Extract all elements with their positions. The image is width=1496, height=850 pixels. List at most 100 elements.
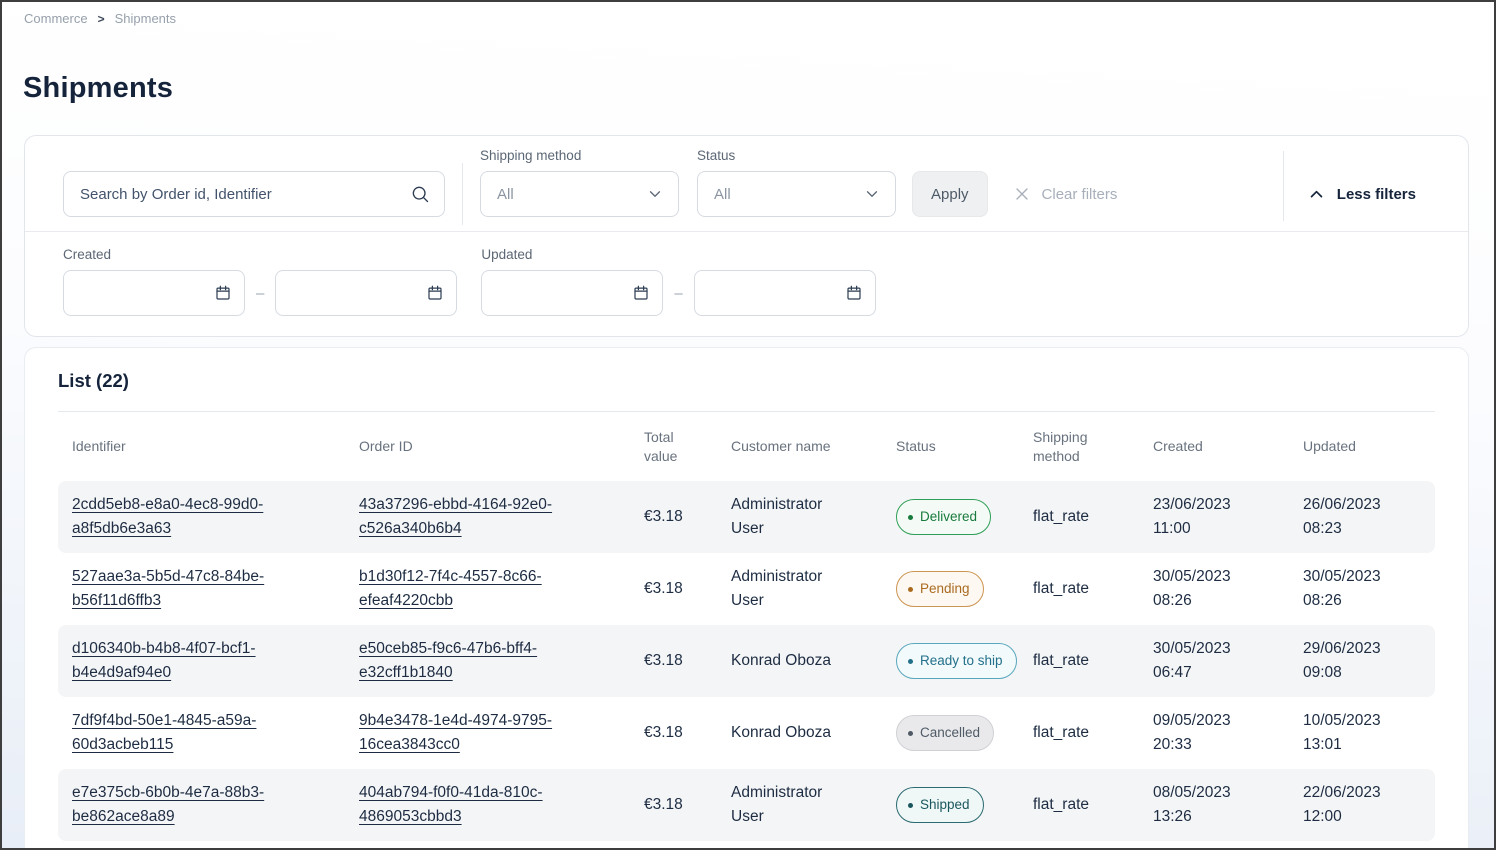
order-id-cell: 9b4e3478-1e4d-4974-9795-16cea3843cc0 [359, 709, 644, 757]
identifier-link[interactable]: 7df9f4bd-50e1-4845-a59a-60d3acbeb115 [72, 712, 256, 753]
updated-time: 13:01 [1303, 733, 1435, 757]
created-date: 30/05/2023 [1153, 637, 1303, 661]
status-badge: Ready to ship [896, 643, 1017, 679]
created-date: 30/05/2023 [1153, 565, 1303, 589]
status-value: All [714, 186, 731, 203]
filter-divider [462, 163, 463, 225]
order-id-link[interactable]: 43a37296-ebbd-4164-92e0-c526a340b6b4 [359, 496, 552, 537]
identifier-cell: 7df9f4bd-50e1-4845-a59a-60d3acbeb115 [72, 709, 359, 757]
breadcrumb-separator: > [98, 12, 105, 26]
status-dot-icon [908, 515, 913, 520]
chevron-down-icon [646, 185, 664, 203]
updated-label: Updated [481, 247, 875, 262]
less-filters-label: Less filters [1337, 186, 1416, 203]
total-value-cell: €3.18 [644, 577, 731, 601]
identifier-link[interactable]: 2cdd5eb8-e8a0-4ec8-99d0-a8f5db6e3a63 [72, 496, 263, 537]
clear-filters-button[interactable]: Clear filters [1012, 171, 1118, 217]
clear-filters-label: Clear filters [1042, 186, 1118, 203]
status-dot-icon [908, 659, 913, 664]
column-header-order-id: Order ID [359, 437, 644, 456]
status-badge: Shipped [896, 787, 984, 823]
order-id-cell: 404ab794-f0f0-41da-810c-4869053cbbd3 [359, 781, 644, 829]
created-time: 20:33 [1153, 733, 1303, 757]
created-time: 11:00 [1153, 517, 1303, 541]
identifier-link[interactable]: d106340b-b4b8-4f07-bcf1-b4e4d9af94e0 [72, 640, 256, 681]
calendar-icon [426, 284, 444, 302]
created-cell: 30/05/2023 06:47 [1153, 637, 1303, 685]
shipping-method-label: Shipping method [480, 148, 679, 163]
created-cell: 08/05/2023 13:26 [1153, 781, 1303, 829]
customer-name-cell: Administrator User [731, 493, 896, 541]
filters-divider-horizontal [25, 231, 1468, 232]
created-label: Created [63, 247, 457, 262]
shipping-method-cell: flat_rate [1033, 577, 1153, 601]
status-select[interactable]: All [697, 171, 896, 217]
column-header-customer-name: Customer name [731, 437, 896, 456]
created-to-input[interactable] [275, 270, 457, 316]
range-dash: – [256, 285, 264, 302]
status-badge: Cancelled [896, 715, 994, 751]
column-header-updated: Updated [1303, 437, 1435, 456]
order-id-link[interactable]: 404ab794-f0f0-41da-810c-4869053cbbd3 [359, 784, 543, 825]
search-icon [410, 184, 430, 204]
table-row: 527aae3a-5b5d-47c8-84be-b56f11d6ffb3 b1d… [58, 553, 1435, 625]
column-header-shipping-method: Shipping method [1033, 428, 1153, 466]
shipping-method-group: Shipping method All [480, 148, 679, 217]
breadcrumb: Commerce > Shipments [2, 2, 1494, 26]
filters-row-dates: Created – [25, 247, 1468, 316]
calendar-icon [845, 284, 863, 302]
table-row: e7e375cb-6b0b-4e7a-88b3-be862ace8a89 404… [58, 769, 1435, 841]
created-time: 06:47 [1153, 661, 1303, 685]
search-field[interactable] [63, 171, 445, 217]
x-icon [1012, 184, 1032, 204]
list-title: List (22) [58, 370, 1435, 392]
updated-date: 22/06/2023 [1303, 781, 1435, 805]
table-body: 2cdd5eb8-e8a0-4ec8-99d0-a8f5db6e3a63 43a… [58, 481, 1435, 841]
created-time: 08:26 [1153, 589, 1303, 613]
identifier-cell: d106340b-b4b8-4f07-bcf1-b4e4d9af94e0 [72, 637, 359, 685]
shipping-method-cell: flat_rate [1033, 721, 1153, 745]
created-from-input[interactable] [63, 270, 245, 316]
updated-date: 30/05/2023 [1303, 565, 1435, 589]
less-filters-toggle[interactable]: Less filters [1284, 171, 1452, 217]
total-value-cell: €3.18 [644, 505, 731, 529]
breadcrumb-commerce[interactable]: Commerce [24, 11, 88, 26]
order-id-cell: e50ceb85-f9c6-47b6-bff4-e32cff1b1840 [359, 637, 644, 685]
updated-date: 29/06/2023 [1303, 637, 1435, 661]
customer-name-cell: Administrator User [731, 565, 896, 613]
apply-button[interactable]: Apply [912, 171, 988, 217]
chevron-down-icon [863, 185, 881, 203]
calendar-icon [214, 284, 232, 302]
search-input[interactable] [80, 186, 410, 203]
column-header-identifier: Identifier [72, 437, 359, 456]
status-dot-icon [908, 587, 913, 592]
updated-time: 08:23 [1303, 517, 1435, 541]
created-date: 09/05/2023 [1153, 709, 1303, 733]
status-badge: Pending [896, 571, 984, 607]
table-row: 2cdd5eb8-e8a0-4ec8-99d0-a8f5db6e3a63 43a… [58, 481, 1435, 553]
status-group: Status All [697, 148, 896, 217]
shipments-list-panel: List (22) IdentifierOrder IDTotal valueC… [24, 347, 1469, 850]
column-header-total-value: Total value [644, 428, 731, 466]
breadcrumb-shipments: Shipments [115, 11, 176, 26]
updated-from-input[interactable] [481, 270, 663, 316]
page-title: Shipments [23, 72, 1494, 105]
shipping-method-select[interactable]: All [480, 171, 679, 217]
identifier-link[interactable]: 527aae3a-5b5d-47c8-84be-b56f11d6ffb3 [72, 568, 264, 609]
identifier-cell: 2cdd5eb8-e8a0-4ec8-99d0-a8f5db6e3a63 [72, 493, 359, 541]
identifier-link[interactable]: e7e375cb-6b0b-4e7a-88b3-be862ace8a89 [72, 784, 264, 825]
shipping-method-value: All [497, 186, 514, 203]
shipping-method-cell: flat_rate [1033, 649, 1153, 673]
table-row: d106340b-b4b8-4f07-bcf1-b4e4d9af94e0 e50… [58, 625, 1435, 697]
column-header-status: Status [896, 437, 1033, 456]
identifier-cell: e7e375cb-6b0b-4e7a-88b3-be862ace8a89 [72, 781, 359, 829]
chevron-up-icon [1308, 186, 1325, 203]
updated-cell: 22/06/2023 12:00 [1303, 781, 1435, 829]
total-value-cell: €3.18 [644, 793, 731, 817]
order-id-link[interactable]: b1d30f12-7f4c-4557-8c66-efeaf4220cbb [359, 568, 542, 609]
order-id-link[interactable]: 9b4e3478-1e4d-4974-9795-16cea3843cc0 [359, 712, 552, 753]
order-id-link[interactable]: e50ceb85-f9c6-47b6-bff4-e32cff1b1840 [359, 640, 537, 681]
status-cell: Cancelled [896, 715, 1033, 751]
updated-to-input[interactable] [694, 270, 876, 316]
table-header-row: IdentifierOrder IDTotal valueCustomer na… [58, 412, 1435, 481]
